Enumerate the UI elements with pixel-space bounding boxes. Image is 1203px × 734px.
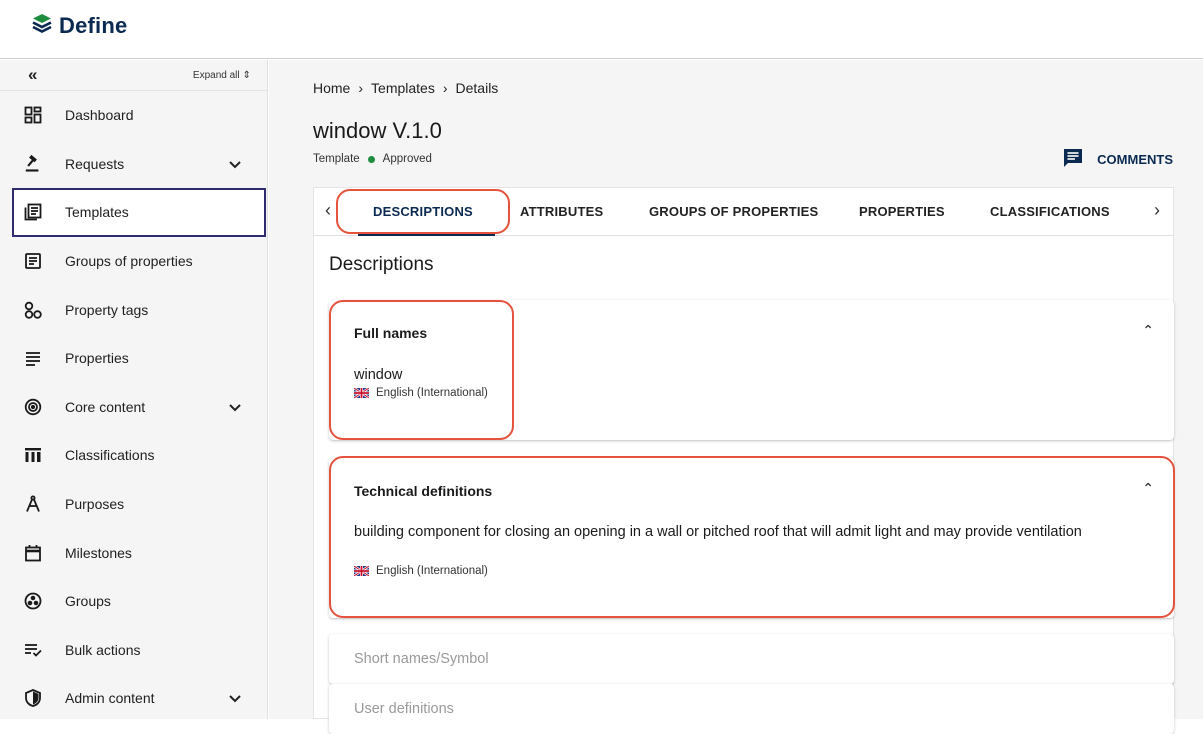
comments-label: COMMENTS [1097, 152, 1173, 167]
collapse-sidebar-icon[interactable]: « [28, 65, 37, 85]
tab-groups-of-properties[interactable]: GROUPS OF PROPERTIES [649, 204, 818, 219]
sidebar-item-label: Templates [65, 204, 129, 221]
sidebar-item-bulk-actions[interactable]: Bulk actions [0, 626, 267, 675]
shield-icon [24, 689, 42, 708]
chevron-right-icon[interactable]: › [1154, 200, 1160, 221]
sidebar-item-core-content[interactable]: Core content [0, 383, 267, 432]
sidebar-item-label: Groups of properties [65, 253, 193, 270]
expand-all-label: Expand all [192, 69, 240, 81]
active-tab-indicator [358, 234, 495, 236]
sidebar-item-groups-of-properties[interactable]: Groups of properties [0, 237, 267, 286]
sidebar-item-milestones[interactable]: Milestones [0, 528, 267, 577]
tab-attributes[interactable]: ATTRIBUTES [520, 204, 603, 219]
chevron-down-icon[interactable] [229, 399, 241, 415]
list-doc-icon [24, 252, 42, 270]
columns-icon [24, 446, 42, 464]
breadcrumb-separator: › [358, 80, 364, 96]
sidebar-item-groups[interactable]: Groups [0, 577, 267, 626]
tab-bar: ‹ DESCRIPTIONS ATTRIBUTES GROUPS OF PROP… [314, 188, 1173, 236]
tab-highlight-annotation [336, 189, 510, 234]
technical-definitions-highlight-annotation [329, 456, 1175, 618]
sidebar-item-label: Property tags [65, 301, 149, 318]
sidebar-item-admin-content[interactable]: Admin content [0, 674, 267, 723]
app-name: Define [59, 12, 128, 38]
dashboard-icon [24, 106, 42, 124]
breadcrumb: Home › Templates › Details [313, 80, 498, 96]
sidebar: « Expand all ⇕ Dashboard Requests Templa… [0, 60, 268, 719]
breadcrumb-current: Details [455, 80, 499, 96]
sidebar-item-label: Dashboard [65, 107, 134, 124]
sidebar-item-label: Properties [65, 350, 129, 367]
top-bar: Define [0, 0, 1203, 59]
sidebar-item-properties[interactable]: Properties [0, 334, 267, 383]
tab-properties[interactable]: PROPERTIES [859, 204, 945, 219]
breadcrumb-templates[interactable]: Templates [371, 80, 435, 96]
templates-icon [24, 203, 42, 221]
chevron-left-icon[interactable]: ‹ [325, 200, 331, 221]
status-badge: Approved [382, 153, 432, 165]
main-content: Home › Templates › Details window V.1.0 … [269, 60, 1203, 734]
sidebar-item-label: Classifications [65, 447, 155, 464]
sidebar-item-property-tags[interactable]: Property tags [0, 285, 267, 334]
sidebar-item-classifications[interactable]: Classifications [0, 431, 267, 480]
sidebar-item-dashboard[interactable]: Dashboard [0, 91, 267, 140]
sidebar-header: « Expand all ⇕ [0, 60, 267, 91]
sidebar-item-requests[interactable]: Requests [0, 140, 267, 189]
bulk-icon [24, 641, 42, 659]
calendar-icon [24, 544, 42, 562]
short-names-panel[interactable]: Short names/Symbol [329, 634, 1174, 684]
layers-logo-icon [31, 12, 53, 39]
chevron-down-icon[interactable] [229, 156, 241, 172]
breadcrumb-separator: › [442, 80, 448, 96]
sidebar-item-purposes[interactable]: Purposes [0, 480, 267, 529]
collapse-panel-icon[interactable]: ⌃ [1142, 322, 1154, 339]
tab-classifications[interactable]: CLASSIFICATIONS [990, 204, 1110, 219]
expand-all-button[interactable]: Expand all ⇕ [193, 70, 251, 81]
unfold-icon: ⇕ [242, 69, 251, 81]
page-title: window V.1.0 [313, 118, 442, 143]
template-meta: Template Approved [313, 153, 432, 165]
sidebar-item-label: Groups [65, 593, 111, 610]
breadcrumb-home[interactable]: Home [313, 80, 350, 96]
sidebar-item-label: Bulk actions [65, 641, 141, 658]
sidebar-item-label: Admin content [65, 690, 155, 707]
details-card: ‹ DESCRIPTIONS ATTRIBUTES GROUPS OF PROP… [313, 187, 1175, 734]
short-names-title: Short names/Symbol [354, 651, 489, 667]
gavel-icon [24, 154, 42, 173]
sidebar-item-templates[interactable]: Templates [12, 188, 266, 237]
template-type: Template [313, 153, 360, 165]
compass-icon [24, 495, 42, 513]
chevron-down-icon[interactable] [229, 690, 241, 706]
user-definitions-panel[interactable]: User definitions [329, 684, 1174, 734]
full-names-highlight-annotation [329, 300, 514, 440]
app-logo[interactable]: Define [31, 12, 127, 39]
status-dot [367, 155, 375, 163]
groups-icon [24, 592, 42, 610]
user-definitions-title: User definitions [354, 701, 454, 717]
target-icon [24, 398, 42, 416]
comments-button[interactable]: COMMENTS [1063, 148, 1173, 171]
sidebar-item-label: Core content [65, 398, 146, 415]
lines-icon [24, 349, 42, 367]
tags-icon [24, 301, 42, 319]
comment-icon [1063, 148, 1083, 171]
sidebar-item-label: Requests [65, 155, 125, 172]
sidebar-item-label: Purposes [65, 496, 125, 513]
sidebar-item-label: Milestones [65, 544, 132, 561]
descriptions-heading: Descriptions [329, 254, 434, 275]
